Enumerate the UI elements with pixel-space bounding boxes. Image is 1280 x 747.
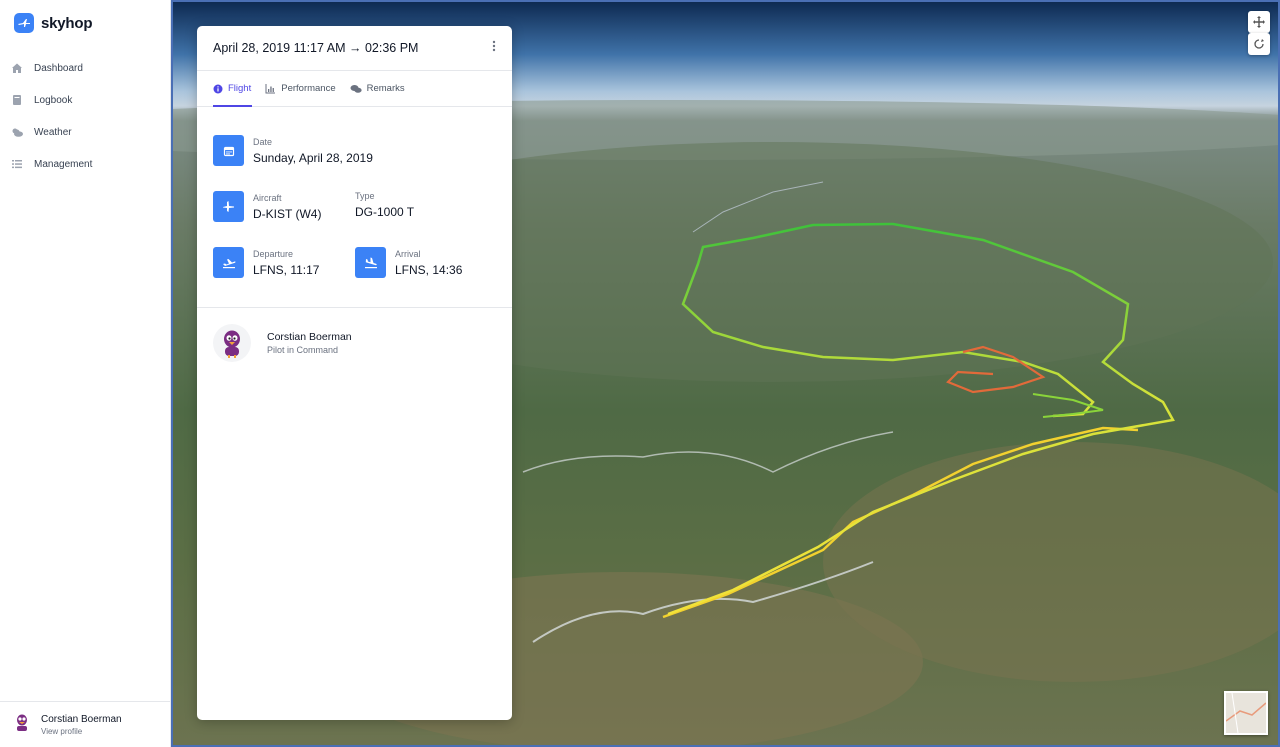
brand-name: skyhop bbox=[41, 14, 93, 32]
pilot-role: Pilot in Command bbox=[267, 345, 339, 355]
move-icon bbox=[1253, 16, 1265, 28]
map-base-layer-toggle[interactable] bbox=[1224, 691, 1268, 735]
sidebar-item-dashboard[interactable]: Dashboard bbox=[0, 52, 170, 84]
user-info: Corstian Boerman View profile bbox=[41, 714, 122, 736]
tab-remarks[interactable]: Remarks bbox=[350, 71, 405, 106]
pilot-row[interactable]: Corstian Boerman Pilot in Command bbox=[213, 324, 352, 362]
sidebar-item-label: Dashboard bbox=[34, 62, 83, 74]
departure-value: LFNS, 11:17 bbox=[253, 262, 320, 277]
flight-details-card: April 28, 2019 11:17 AM → 02:36 PM Fligh… bbox=[197, 26, 512, 720]
card-tabs: Flight Performance Remarks bbox=[197, 71, 512, 107]
avatar bbox=[213, 324, 251, 362]
tab-label: Flight bbox=[228, 83, 252, 94]
sidebar-item-label: Weather bbox=[34, 126, 72, 138]
aircraft-value[interactable]: D-KIST (W4) bbox=[253, 207, 321, 221]
date-field: Date Sunday, April 28, 2019 bbox=[213, 135, 373, 166]
cloud-icon bbox=[10, 125, 24, 139]
arrival-field: Arrival LFNS, 14:36 bbox=[355, 247, 462, 278]
sidebar-item-management[interactable]: Management bbox=[0, 148, 170, 180]
aircraft-label: Aircraft bbox=[253, 192, 282, 203]
list-icon bbox=[10, 157, 24, 171]
flight-details: Date Sunday, April 28, 2019 Aircraft D-K… bbox=[197, 107, 512, 308]
sidebar-item-weather[interactable]: Weather bbox=[0, 116, 170, 148]
sidebar-user[interactable]: Corstian Boerman View profile bbox=[0, 701, 170, 747]
book-icon bbox=[10, 93, 24, 107]
map-rotate-control[interactable] bbox=[1248, 33, 1270, 55]
sidebar-item-label: Management bbox=[34, 158, 93, 170]
tab-flight[interactable]: Flight bbox=[213, 71, 253, 107]
user-name: Corstian Boerman bbox=[41, 713, 122, 725]
date-label: Date bbox=[253, 136, 273, 147]
avatar bbox=[13, 712, 31, 737]
info-icon bbox=[213, 84, 223, 93]
map-pan-control[interactable] bbox=[1248, 11, 1270, 33]
sidebar-item-logbook[interactable]: Logbook bbox=[0, 84, 170, 116]
departure-field: Departure LFNS, 11:17 bbox=[213, 247, 319, 278]
pilot-name: Corstian Boerman bbox=[267, 331, 352, 343]
sidebar-nav: Dashboard Logbook Weather Management bbox=[0, 52, 170, 180]
type-value: DG-1000 T bbox=[355, 205, 415, 219]
type-label: Type bbox=[355, 191, 375, 201]
skyhop-logo-icon bbox=[14, 13, 34, 33]
date-value: Sunday, April 28, 2019 bbox=[253, 150, 373, 165]
view-profile-link[interactable]: View profile bbox=[41, 727, 122, 736]
brand[interactable]: skyhop bbox=[14, 13, 93, 33]
calendar-icon bbox=[213, 135, 244, 166]
comments-icon bbox=[350, 84, 362, 93]
rotate-icon bbox=[1254, 39, 1264, 49]
sidebar: skyhop Dashboard Logbook Weather Managem… bbox=[0, 0, 171, 747]
flight-time-range: April 28, 2019 11:17 AM → 02:36 PM bbox=[213, 41, 419, 55]
plane-departure-icon bbox=[213, 247, 244, 278]
sidebar-item-label: Logbook bbox=[34, 94, 73, 106]
tab-performance[interactable]: Performance bbox=[265, 71, 336, 106]
arrival-value: LFNS, 14:36 bbox=[395, 262, 463, 277]
arrival-label: Arrival bbox=[395, 248, 421, 259]
type-field: Type DG-1000 T bbox=[355, 191, 414, 219]
departure-label: Departure bbox=[253, 248, 294, 259]
home-icon bbox=[10, 61, 24, 75]
tab-label: Performance bbox=[281, 83, 336, 94]
aircraft-field: Aircraft D-KIST (W4) bbox=[213, 191, 321, 222]
card-header: April 28, 2019 11:17 AM → 02:36 PM bbox=[197, 26, 512, 71]
plane-icon bbox=[213, 191, 244, 222]
map-thumbnail-icon bbox=[1225, 692, 1267, 734]
more-options-icon[interactable] bbox=[492, 39, 496, 57]
tab-label: Remarks bbox=[366, 83, 405, 94]
chart-icon bbox=[265, 83, 276, 93]
plane-arrival-icon bbox=[355, 247, 386, 278]
